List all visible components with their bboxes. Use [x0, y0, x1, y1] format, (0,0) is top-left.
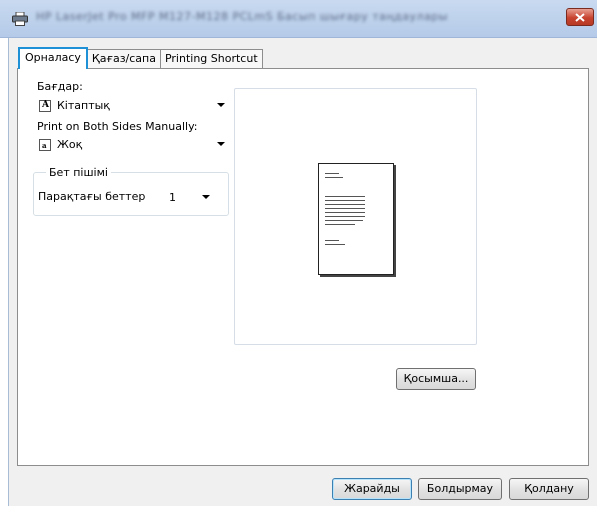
- close-icon: [575, 12, 585, 22]
- tab-printing-shortcut[interactable]: Printing Shortcut: [159, 49, 263, 69]
- apply-button[interactable]: Қолдану: [509, 478, 589, 500]
- portrait-icon: A: [39, 100, 51, 112]
- pages-per-sheet-select[interactable]: 1: [163, 188, 215, 207]
- printer-icon: [12, 12, 28, 26]
- title-bar: HP LaserJet Pro MFP M127-M128 PCLmS Басы…: [0, 0, 597, 38]
- chevron-down-icon: [217, 103, 225, 107]
- pages-per-sheet-label: Парақтағы беттер: [38, 190, 146, 203]
- ok-button[interactable]: Жарайды: [332, 478, 412, 500]
- close-button[interactable]: [566, 8, 594, 26]
- single-side-icon: a: [39, 139, 51, 151]
- window-title: HP LaserJet Pro MFP M127-M128 PCLmS Басы…: [36, 10, 448, 23]
- pages-per-sheet-value: 1: [169, 191, 176, 204]
- advanced-button[interactable]: Қосымша...: [396, 368, 476, 390]
- duplex-value: Жоқ: [57, 138, 83, 151]
- orientation-select[interactable]: A Кітаптық: [34, 96, 230, 115]
- cancel-button[interactable]: Болдырмау: [418, 478, 502, 500]
- duplex-label: Print on Both Sides Manually:: [37, 120, 198, 133]
- page-preview: [318, 163, 394, 275]
- tab-paper-quality[interactable]: Қағаз/сапа: [86, 49, 161, 69]
- orientation-value: Кітаптық: [57, 99, 110, 112]
- orientation-label: Бағдар:: [37, 80, 83, 93]
- duplex-select[interactable]: a Жоқ: [34, 135, 230, 154]
- tab-layout[interactable]: Орналасу: [18, 47, 88, 69]
- tab-strip: Орналасу Қағаз/сапа Printing Shortcut: [18, 47, 263, 69]
- page-format-title: Бет пішімі: [46, 166, 111, 179]
- chevron-down-icon: [202, 195, 210, 199]
- chevron-down-icon: [217, 142, 225, 146]
